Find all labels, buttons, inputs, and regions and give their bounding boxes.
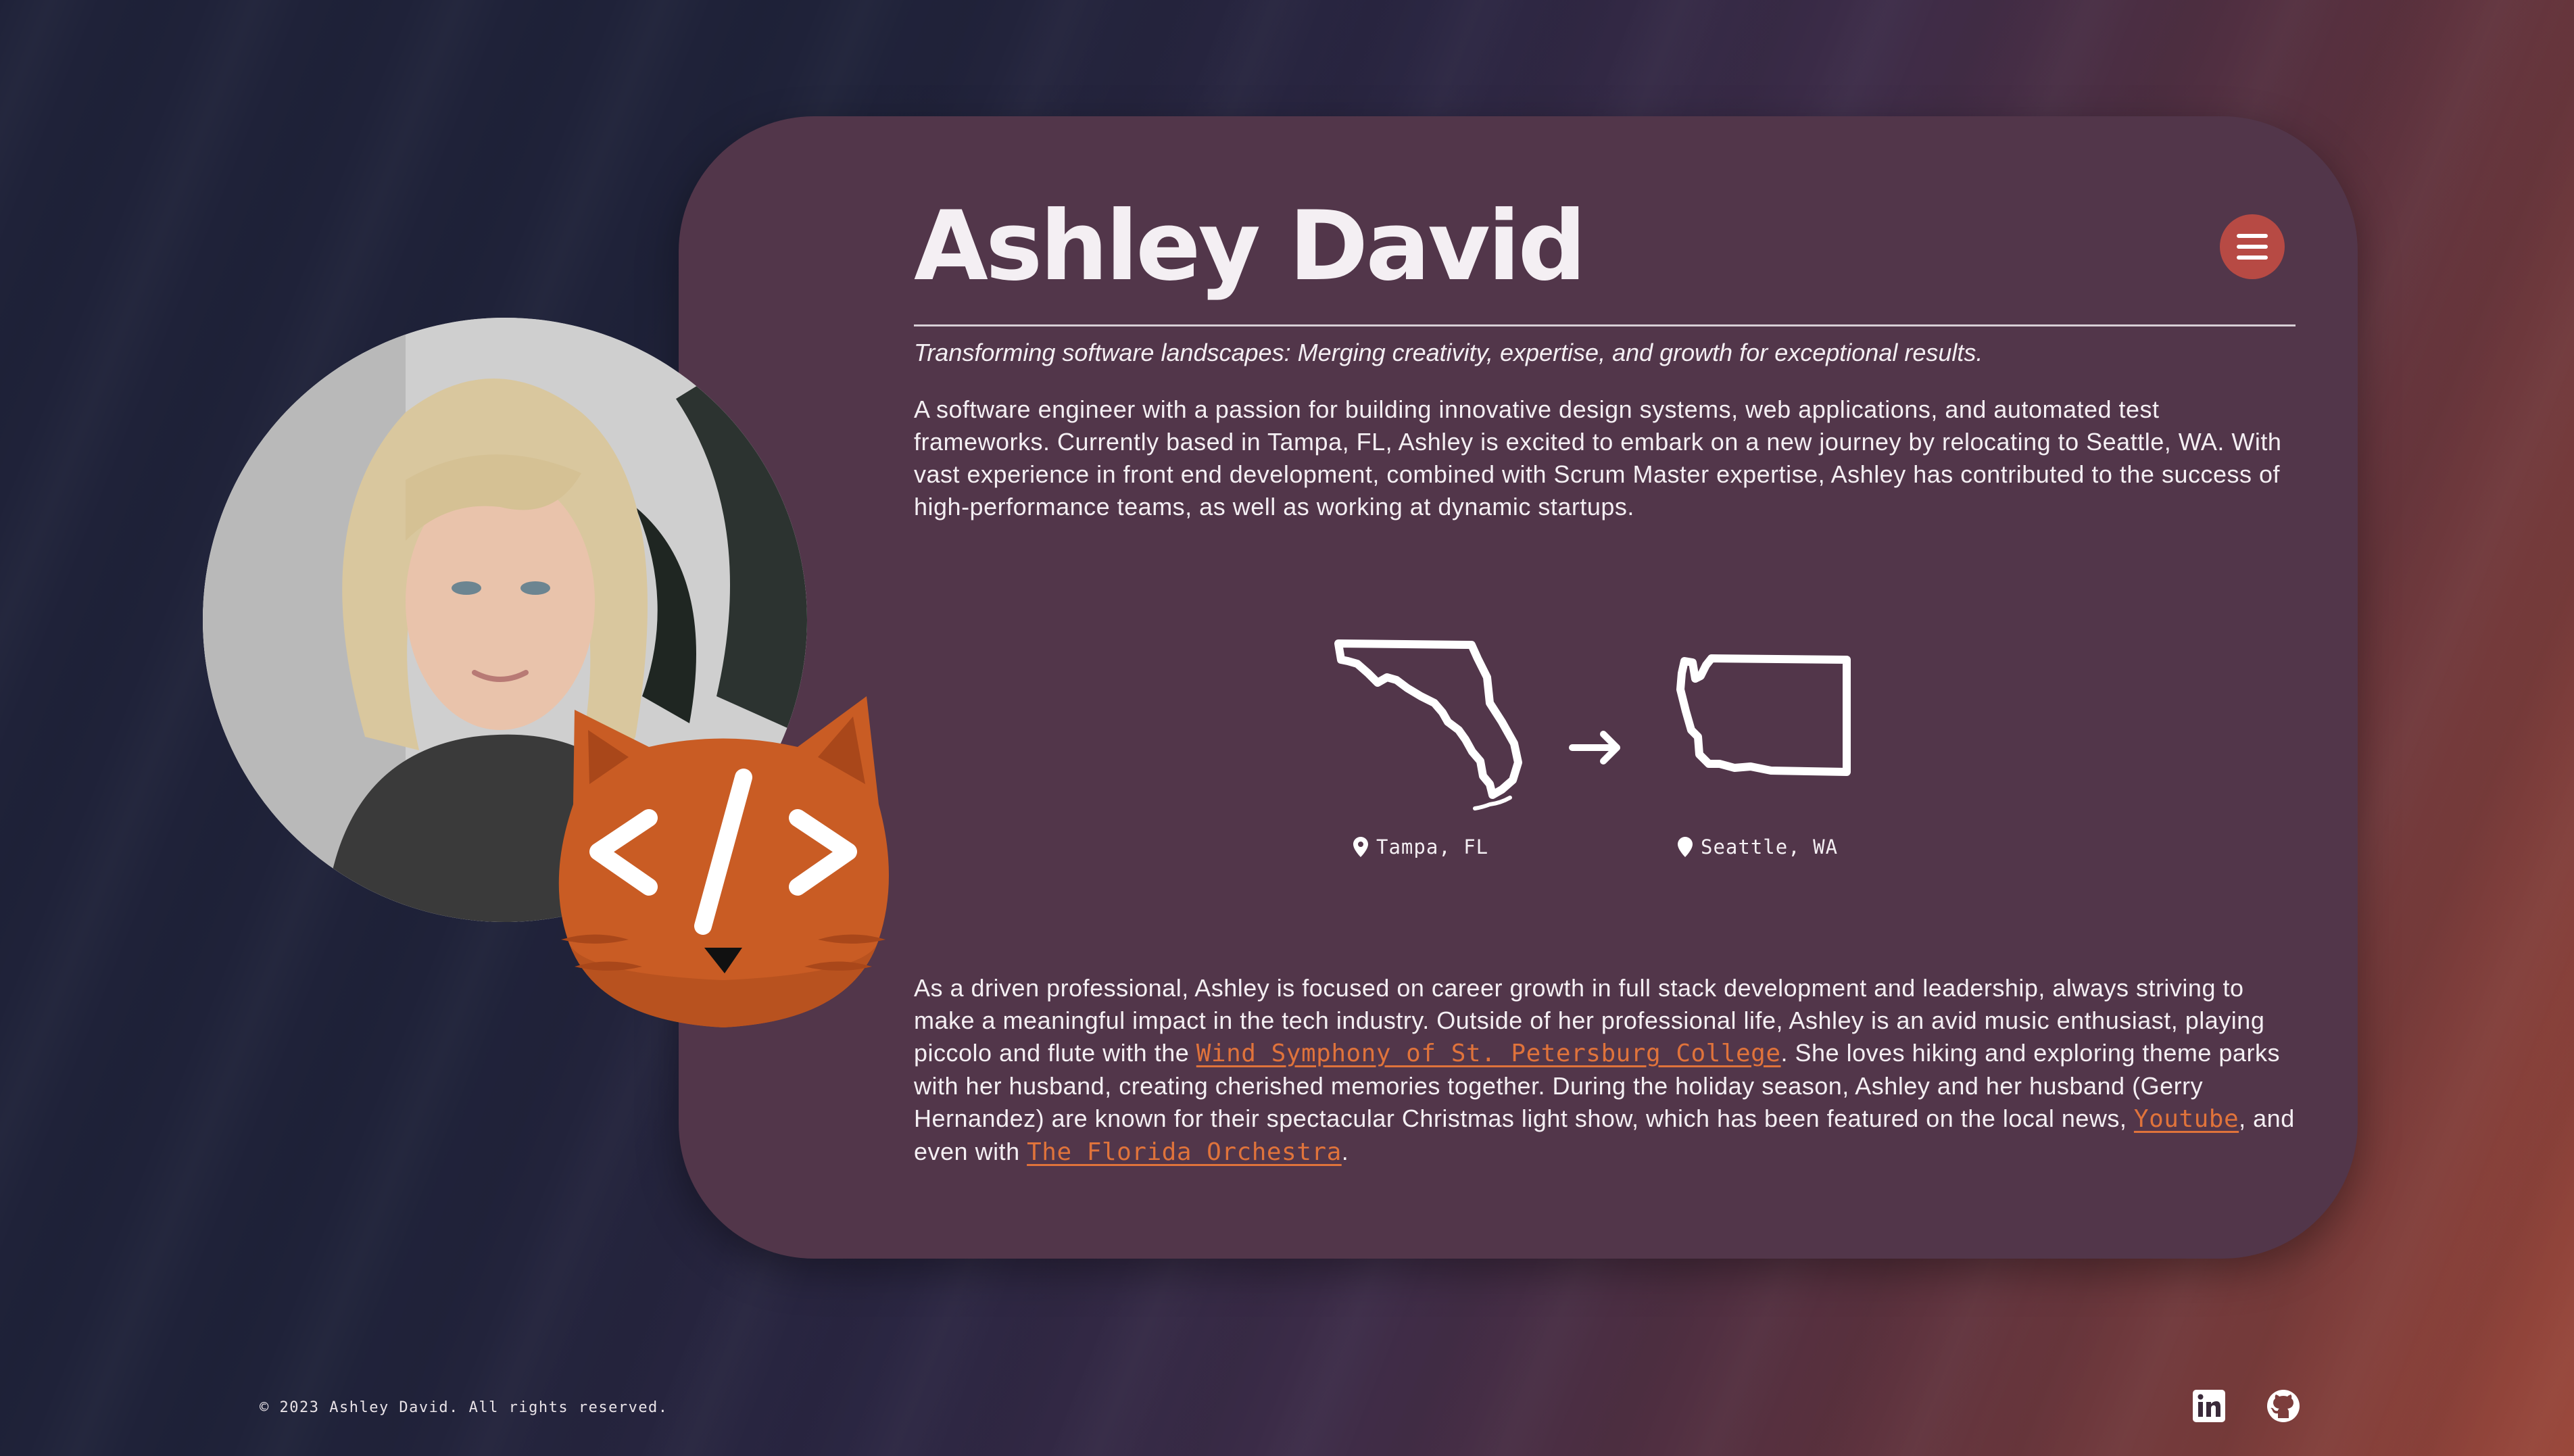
cat-code-logo [558,696,889,1027]
location-pin-icon [1678,837,1693,857]
florida-orchestra-link[interactable]: The Florida Orchestra [1027,1138,1342,1166]
relocation-graphic [1334,639,1851,810]
washington-map-icon [1676,654,1851,776]
location-from-label: Tampa, FL [1376,835,1489,858]
page-title: Ashley David [914,191,1586,302]
location-to: Seattle, WA [1678,835,1838,858]
location-from: Tampa, FL [1353,835,1488,858]
arrow-right-icon [1569,731,1620,765]
tagline: Transforming software landscapes: Mergin… [914,339,1983,366]
youtube-link[interactable]: Youtube [2134,1105,2239,1133]
intro-paragraph: A software engineer with a passion for b… [914,395,2282,520]
footer-copyright: © 2023 Ashley David. All rights reserved… [260,1399,669,1416]
wind-symphony-link[interactable]: Wind Symphony of St. Petersburg College [1196,1040,1781,1067]
about-paragraph: As a driven professional, Ashley is focu… [914,972,2296,1169]
location-to-label: Seattle, WA [1701,835,1839,858]
github-icon[interactable] [2266,1388,2301,1424]
about-text-4: . [1341,1138,1349,1165]
hamburger-menu-icon [2237,234,2268,260]
title-divider [914,324,2296,326]
menu-button[interactable] [2220,214,2285,279]
florida-map-icon [1334,639,1522,799]
linkedin-icon[interactable] [2191,1388,2227,1424]
location-pin-icon [1353,837,1368,857]
